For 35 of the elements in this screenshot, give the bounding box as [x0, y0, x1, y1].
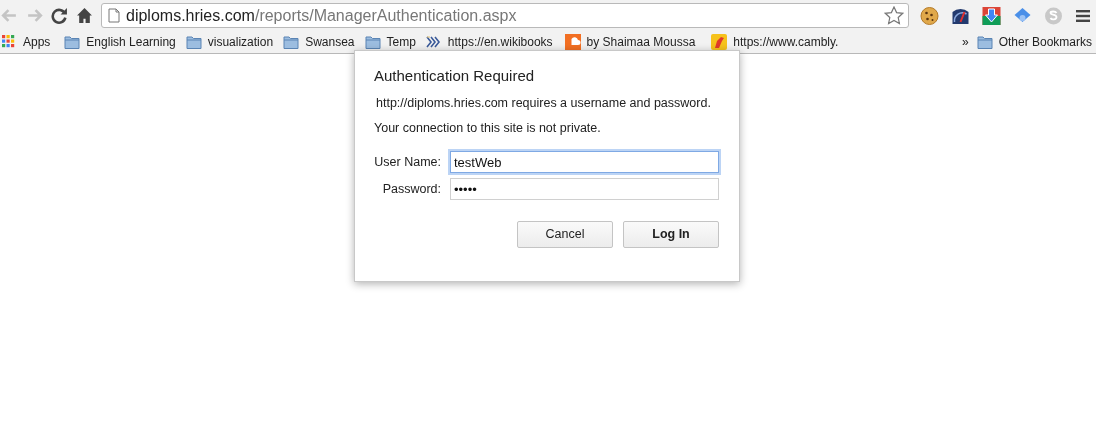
input-field[interactable]: ••••• — [450, 178, 719, 200]
bookmark-item[interactable]: https://en.wikibooks — [425, 33, 565, 51]
folder-icon — [283, 34, 300, 50]
page-icon — [108, 8, 120, 23]
folder-icon — [185, 34, 202, 50]
field-label: User Name: — [374, 153, 441, 171]
folder-icon — [976, 34, 993, 50]
reload-button-icon[interactable] — [51, 7, 68, 24]
star-icon[interactable] — [884, 6, 904, 25]
cookie-icon[interactable] — [919, 5, 940, 26]
more-bookmarks-chevron[interactable]: » — [961, 33, 969, 51]
url-text: diploms.hries.com/reports/ManagerAuthentication.aspx — [126, 5, 518, 26]
download-icon[interactable] — [981, 5, 1002, 26]
apps-icon — [1, 34, 17, 50]
folder-icon — [364, 34, 381, 50]
bookmark-item[interactable]: Apps — [1, 33, 65, 51]
folder-icon — [64, 34, 81, 50]
dialog-button[interactable]: Log In — [623, 221, 719, 248]
privacy-warning: Your connection to this site is not private. — [374, 120, 602, 138]
bookmark-item[interactable]: by Shaimaa Moussa — [564, 33, 712, 51]
bookmark-item[interactable]: visualization — [185, 33, 284, 51]
bookmark-item[interactable]: https://www.cambly. — [711, 33, 849, 51]
dialog-button[interactable]: Cancel — [517, 221, 613, 248]
input-field[interactable]: testWeb — [450, 151, 719, 173]
books-icon — [425, 34, 442, 50]
dialog-title: Authentication Required — [374, 66, 536, 86]
bookmark-item[interactable]: Other Bookmarks — [976, 33, 1092, 51]
address-bar[interactable]: diploms.hries.com/reports/ManagerAuthentication.aspx — [101, 3, 909, 28]
dialog-message: http://diploms.hries.com requires a username and password. — [376, 94, 712, 112]
bookmark-item[interactable]: Temp — [364, 33, 426, 51]
menu-icon[interactable] — [1076, 8, 1090, 23]
bookmark-item[interactable]: Swansea — [283, 33, 365, 51]
field-label: Password: — [381, 180, 441, 198]
bookmark-item[interactable]: English Learning — [64, 33, 186, 51]
home-button-icon[interactable] — [76, 7, 93, 24]
